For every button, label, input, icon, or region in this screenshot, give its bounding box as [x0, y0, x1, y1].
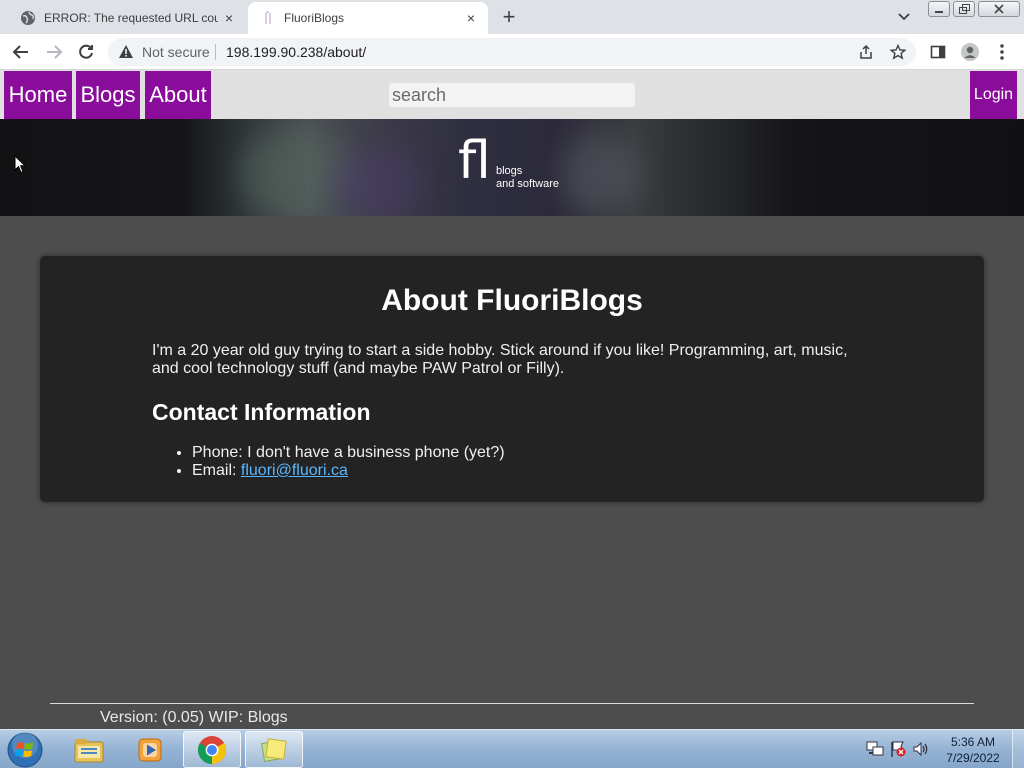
- footer-divider: [50, 703, 974, 704]
- email-label: Email:: [192, 462, 241, 479]
- sticky-notes-icon[interactable]: [245, 731, 303, 768]
- tab-title: FluoriBlogs: [284, 11, 345, 25]
- taskbar: 5:36 AM 7/29/2022: [0, 729, 1024, 768]
- logo-mark: fl: [458, 131, 491, 191]
- action-center-flag-icon[interactable]: [889, 740, 907, 758]
- close-tab-icon[interactable]: ×: [218, 7, 240, 29]
- nav-home-link[interactable]: Home: [4, 71, 72, 119]
- contact-heading: Contact Information: [152, 399, 371, 425]
- version-text: Version: (0.05) WIP: Blogs: [100, 709, 288, 726]
- forward-arrow-icon[interactable]: [42, 40, 66, 64]
- contact-phone: Phone: I don't have a business phone (ye…: [192, 444, 505, 462]
- chrome-icon[interactable]: [183, 731, 241, 768]
- site-logo[interactable]: fl blogs and software: [456, 131, 586, 207]
- show-desktop-button[interactable]: [1012, 730, 1024, 768]
- menu-kebab-icon[interactable]: [990, 40, 1014, 64]
- volume-speaker-icon[interactable]: [912, 740, 930, 758]
- mouse-cursor-icon: [14, 154, 27, 179]
- globe-icon: [20, 10, 36, 26]
- minimize-button[interactable]: [928, 1, 950, 17]
- clock-date: 7/29/2022: [946, 751, 1000, 765]
- reload-icon[interactable]: [74, 40, 98, 64]
- window-close-button[interactable]: [978, 1, 1020, 17]
- logo-tagline-software: and software: [496, 178, 559, 190]
- contact-email: Email: fluori@fluori.ca: [192, 462, 505, 480]
- close-tab-icon[interactable]: ×: [460, 7, 482, 29]
- site-banner: fl blogs and software: [0, 119, 1024, 216]
- site-navbar: Home Blogs About Login: [0, 70, 1024, 119]
- search-input[interactable]: [389, 83, 635, 107]
- tab-search-chevron-icon[interactable]: [893, 8, 915, 26]
- share-icon[interactable]: [856, 42, 876, 62]
- banner-backdrop: [330, 149, 420, 216]
- page-title: About FluoriBlogs: [381, 284, 643, 317]
- tab-error[interactable]: ERROR: The requested URL could ×: [8, 2, 246, 34]
- clock-time: 5:36 AM: [950, 735, 996, 749]
- media-player-icon[interactable]: [122, 731, 180, 768]
- network-icon[interactable]: [866, 740, 884, 758]
- contact-list: Phone: I don't have a business phone (ye…: [192, 444, 505, 480]
- side-panel-icon[interactable]: [926, 40, 950, 64]
- fluori-favicon-icon: [260, 10, 276, 26]
- system-clock[interactable]: 5:36 AM 7/29/2022: [940, 734, 1006, 766]
- logo-tagline-blogs: blogs: [496, 165, 523, 177]
- start-orb-icon[interactable]: [6, 731, 44, 768]
- warning-triangle-icon[interactable]: [118, 44, 134, 65]
- profile-avatar-icon[interactable]: [958, 40, 982, 64]
- address-bar[interactable]: Not secure 198.199.90.238/about/: [108, 38, 916, 66]
- nav-blogs-link[interactable]: Blogs: [76, 71, 140, 119]
- login-button[interactable]: Login: [970, 71, 1017, 119]
- windows-explorer-icon[interactable]: [60, 731, 118, 768]
- about-intro-text: I'm a 20 year old guy trying to start a …: [152, 342, 848, 377]
- tab-fluoriblogs[interactable]: FluoriBlogs ×: [248, 2, 488, 34]
- email-link[interactable]: fluori@fluori.ca: [241, 462, 348, 479]
- back-arrow-icon[interactable]: [9, 40, 33, 64]
- new-tab-button[interactable]: +: [496, 4, 522, 29]
- url-text[interactable]: 198.199.90.238/about/: [226, 44, 366, 60]
- address-separator: [215, 44, 216, 60]
- browser-toolbar: Not secure 198.199.90.238/about/: [0, 34, 1024, 70]
- bookmark-star-icon[interactable]: [888, 42, 908, 62]
- nav-about-link[interactable]: About: [145, 71, 211, 119]
- about-card: About FluoriBlogs I'm a 20 year old guy …: [40, 256, 984, 502]
- tab-title: ERROR: The requested URL could: [44, 11, 218, 25]
- security-status-label[interactable]: Not secure: [142, 44, 210, 60]
- browser-tab-strip: ERROR: The requested URL could × FluoriB…: [0, 0, 1024, 34]
- restore-button[interactable]: [953, 1, 975, 17]
